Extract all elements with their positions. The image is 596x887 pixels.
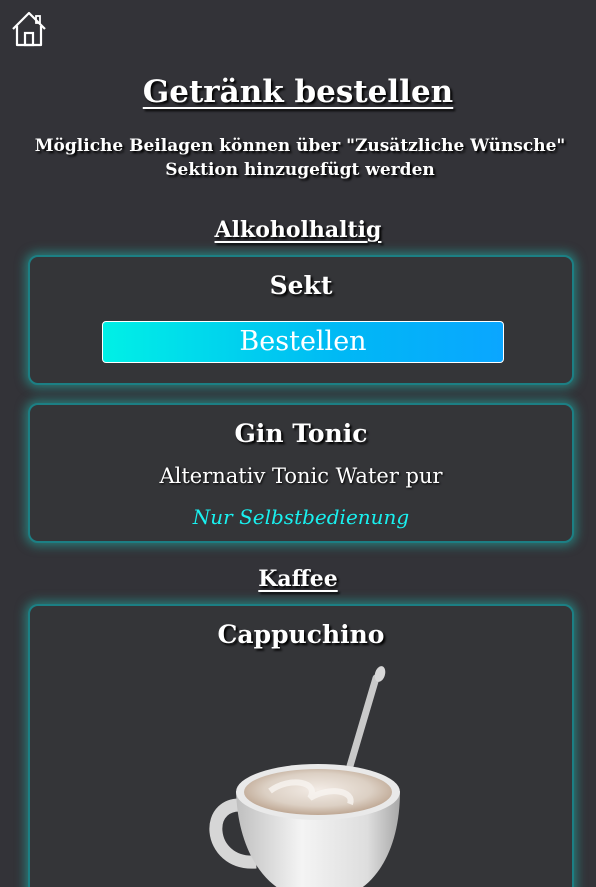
section-heading-alkoholhaltig: Alkoholhaltig — [214, 217, 382, 243]
drink-note: Nur Selbstbedienung — [192, 505, 410, 529]
page-subtitle: Mögliche Beilagen können über "Zusätzlic… — [34, 136, 566, 180]
drink-name: Gin Tonic — [234, 419, 368, 448]
order-button[interactable]: Bestellen — [102, 321, 504, 363]
cappuccino-cup-image — [209, 666, 400, 887]
drink-card-gin-tonic: Gin Tonic Alternativ Tonic Water pur Nur… — [28, 403, 574, 543]
section-heading-kaffee: Kaffee — [258, 566, 338, 592]
drink-card-sekt: Sekt Bestellen — [28, 255, 574, 385]
drink-name: Sekt — [269, 271, 333, 300]
home-link[interactable] — [10, 10, 48, 48]
drink-card-cappuchino: Cappuchino — [28, 604, 574, 887]
drink-description: Alternativ Tonic Water pur — [159, 464, 443, 488]
home-icon — [12, 11, 46, 47]
drink-name: Cappuchino — [217, 620, 385, 649]
page-title: Getränk bestellen — [142, 74, 454, 110]
